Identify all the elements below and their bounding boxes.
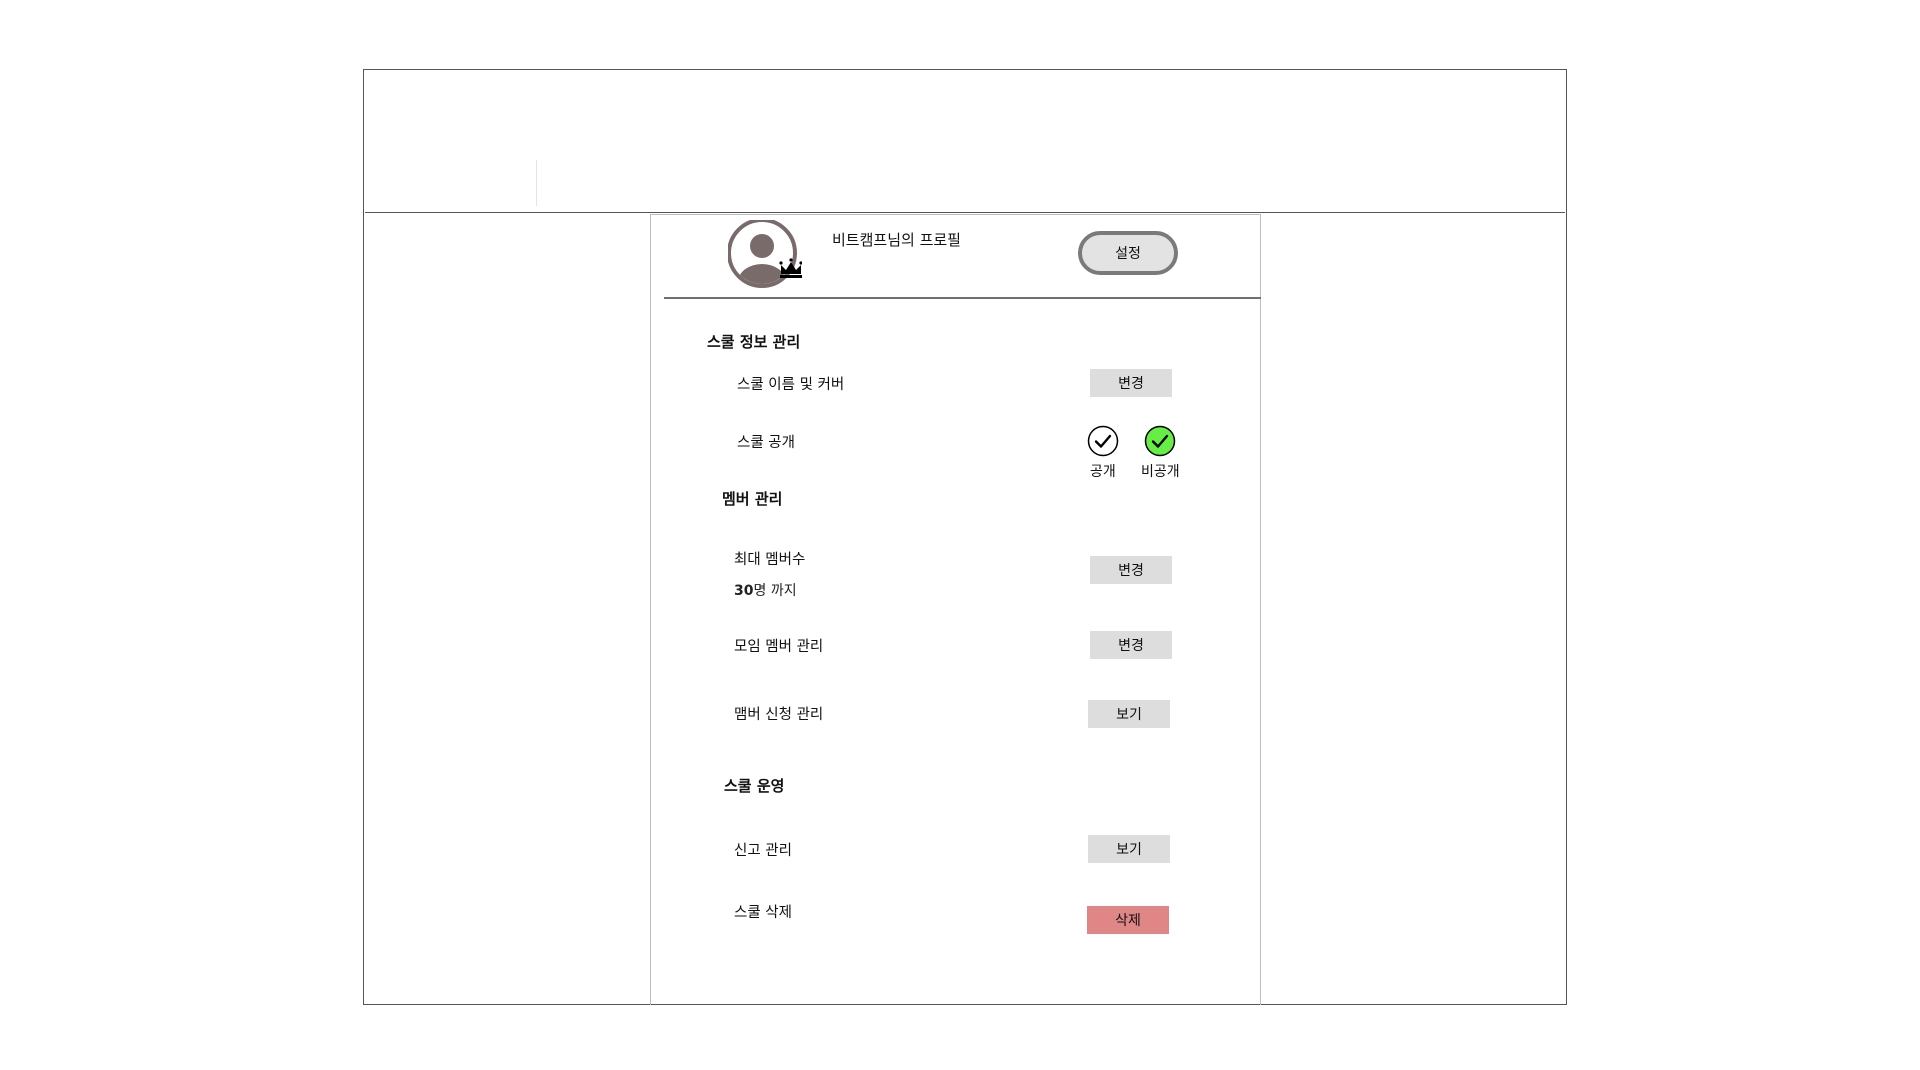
profile-divider (664, 297, 1261, 299)
name-cover-change-button[interactable]: 변경 (1090, 369, 1172, 397)
group-members-label: 모임 멤버 관리 (734, 639, 824, 655)
public-option-label: 공개 (1090, 464, 1116, 480)
max-members-value: 30명 까지 (734, 583, 797, 599)
name-cover-label: 스쿨 이름 및 커버 (737, 377, 845, 393)
header-divider (536, 160, 537, 206)
settings-button[interactable]: 설정 (1078, 231, 1178, 275)
public-radio[interactable] (1087, 425, 1119, 457)
section-title-school-info: 스쿨 정보 관리 (707, 333, 801, 351)
header-separator (365, 212, 1565, 213)
reports-view-button[interactable]: 보기 (1088, 835, 1170, 863)
visibility-label: 스쿨 공개 (737, 435, 795, 451)
max-members-label: 최대 멤버수 (734, 552, 806, 568)
group-members-change-button[interactable]: 변경 (1090, 631, 1172, 659)
profile-title: 비트캠프님의 프로필 (832, 231, 961, 249)
delete-school-label: 스쿨 삭제 (734, 905, 792, 921)
max-members-change-button[interactable]: 변경 (1090, 556, 1172, 584)
applications-view-button[interactable]: 보기 (1088, 700, 1170, 728)
private-radio[interactable] (1144, 425, 1176, 457)
delete-school-button[interactable]: 삭제 (1087, 906, 1169, 934)
user-avatar-icon[interactable] (727, 218, 803, 290)
section-title-members: 멤버 관리 (722, 490, 783, 508)
private-option-label: 비공개 (1141, 464, 1180, 480)
applications-label: 맴버 신청 관리 (734, 707, 824, 723)
reports-label: 신고 관리 (734, 843, 792, 859)
section-title-operation: 스쿨 운영 (724, 777, 785, 795)
